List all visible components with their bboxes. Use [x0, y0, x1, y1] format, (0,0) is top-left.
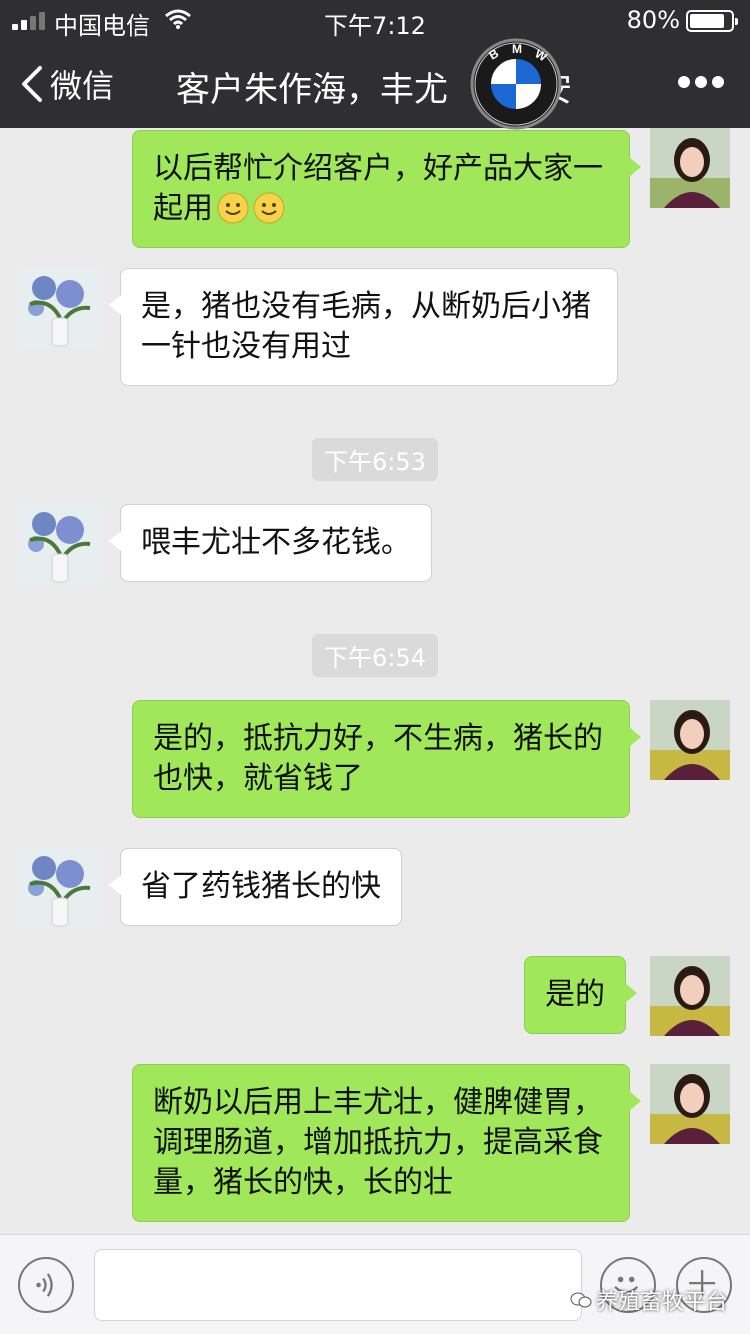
message-bubble-sent[interactable]: 是的，抵抗力好，不生病，猪长的也快，就省钱了 [132, 700, 641, 818]
message-bubble-sent[interactable]: 是的 [524, 956, 637, 1034]
watermark: 养殖畜牧平台 [570, 1284, 728, 1316]
flower-avatar-icon [20, 848, 100, 928]
wechat-icon [570, 1292, 592, 1308]
contact-avatar[interactable] [20, 848, 100, 928]
message-bubble-sent[interactable]: 以后帮忙介绍客户，好产品大家一起用 [132, 130, 641, 248]
back-chevron-icon [22, 66, 42, 102]
nav-bar: 微信 客户朱作海，丰尤安 [0, 40, 750, 128]
user-avatar[interactable] [650, 128, 730, 208]
watermark-text: 养殖畜牧平台 [595, 1290, 728, 1315]
contact-avatar[interactable] [20, 268, 100, 348]
contact-avatar[interactable] [20, 504, 100, 584]
voice-button[interactable] [18, 1257, 74, 1313]
timestamp: 下午6:53 [0, 438, 750, 481]
user-avatar[interactable] [650, 1064, 730, 1144]
input-bar: 养殖畜牧平台 [0, 1234, 750, 1334]
battery-percent: 80% [626, 6, 680, 34]
message-input[interactable] [94, 1249, 582, 1321]
message-bubble-sent[interactable]: 断奶以后用上丰尤壮，健脾健胃，调理肠道，增加抵抗力，提高采食量，猪长的快，长的壮 [132, 1064, 641, 1222]
woman-avatar-icon [650, 956, 730, 1036]
message-text: 是的，抵抗力好，不生病，猪长的也快，就省钱了 [153, 721, 603, 796]
message-bubble-received[interactable]: 喂丰尤壮不多花钱。 [109, 504, 432, 582]
message-text: 是的 [545, 977, 605, 1012]
back-label: 微信 [50, 67, 115, 105]
user-avatar[interactable] [650, 956, 730, 1036]
woman-avatar-icon [650, 128, 730, 208]
smile-emoji-icon [253, 192, 285, 224]
smile-emoji-icon [217, 192, 249, 224]
chat-title-main: 客户朱作海，丰尤 [176, 70, 448, 110]
message-text: 喂丰尤壮不多花钱。 [141, 525, 411, 560]
status-bar: 中国电信 下午7:12 80% [0, 0, 750, 40]
chat-area[interactable]: 以后帮忙介绍客户，好产品大家一起用 是，猪也没有毛病，从断奶后小猪一针也没有用过… [0, 128, 750, 1234]
bmw-logo: B M W [470, 38, 562, 130]
woman-avatar-icon [650, 700, 730, 780]
message-text: 省了药钱猪长的快 [141, 869, 381, 904]
more-icon[interactable] [678, 76, 724, 90]
message-bubble-received[interactable]: 是，猪也没有毛病，从断奶后小猪一针也没有用过 [109, 268, 618, 386]
voice-icon [36, 1273, 53, 1297]
message-bubble-received[interactable]: 省了药钱猪长的快 [109, 848, 402, 926]
back-button[interactable]: 微信 [18, 60, 114, 108]
message-text: 断奶以后用上丰尤壮，健脾健胃，调理肠道，增加抵抗力，提高采食量，猪长的快，长的壮 [153, 1085, 603, 1200]
flower-avatar-icon [20, 504, 100, 584]
user-avatar[interactable] [650, 700, 730, 780]
timestamp-label: 下午6:53 [312, 438, 438, 481]
battery-icon [686, 10, 738, 32]
timestamp-label: 下午6:54 [312, 634, 438, 677]
woman-avatar-icon [650, 1064, 730, 1144]
timestamp: 下午6:54 [0, 634, 750, 677]
logo-letter: M [512, 42, 522, 56]
flower-avatar-icon [20, 268, 100, 348]
message-text: 是，猪也没有毛病，从断奶后小猪一针也没有用过 [141, 289, 591, 364]
